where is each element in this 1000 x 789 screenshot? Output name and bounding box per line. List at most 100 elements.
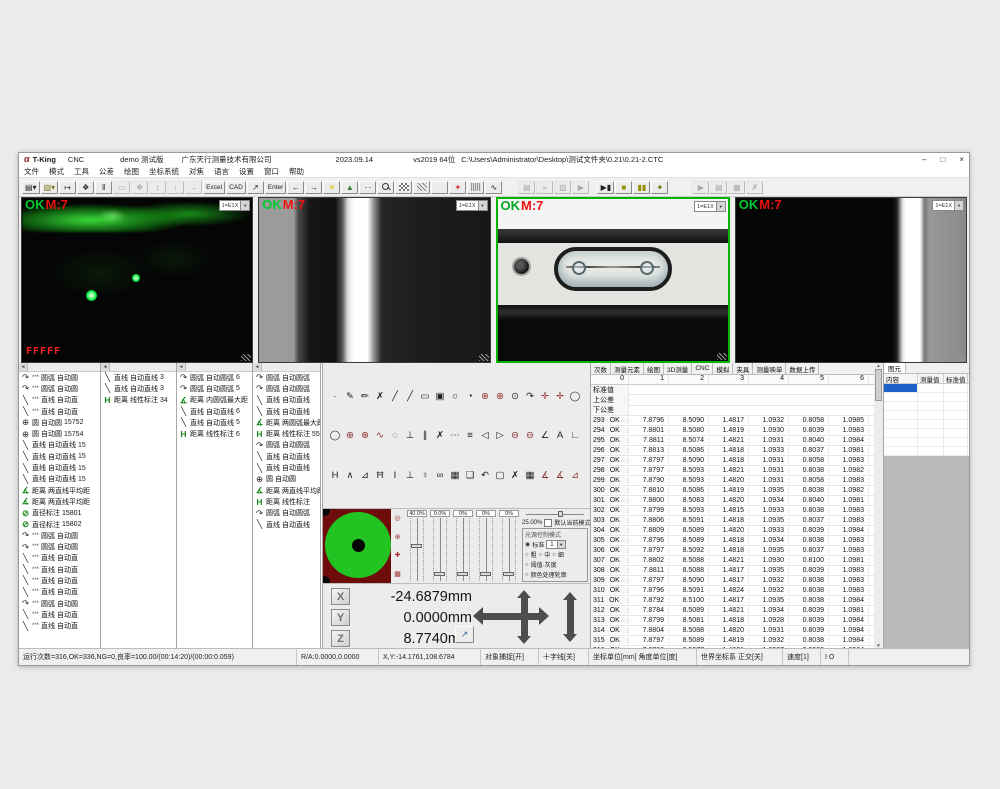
geometry-tool-icon[interactable]: ⊕ [358,429,372,442]
geometry-tool-icon[interactable]: ✎ [343,390,357,403]
caliper-tool-button[interactable]: ‖ [95,181,112,194]
star-button[interactable]: ✶ [449,181,466,194]
measure-item[interactable]: ╲直线自动直线5 [177,417,252,428]
measure-item[interactable]: ∡距离两直线平均距 [19,496,100,507]
table-vertical-scrollbar[interactable]: ▲ ▼ [874,363,884,648]
table-row[interactable]: 301OK7.88008.50831.48201.09340.80401.098… [591,496,874,506]
slider-track[interactable] [456,518,470,581]
table-row[interactable]: 293OK7.87968.50901.48171.09320.80581.098… [591,416,874,426]
table-row[interactable]: 294OK7.88018.50801.48191.09300.80391.098… [591,426,874,436]
measure-item[interactable]: ╲***直线自动直 [19,406,100,417]
print-button[interactable]: ▦ [728,181,745,194]
tab-1[interactable]: 测量元素 [611,363,644,374]
element-cell[interactable] [884,402,918,410]
geometry-tool-icon[interactable]: ♀ [418,469,432,482]
jog-left-arrow[interactable] [473,607,483,625]
menu-item-1[interactable]: 模式 [44,166,69,177]
menu-item-10[interactable]: 帮助 [284,166,309,177]
default-mode-checkbox[interactable] [544,519,552,527]
camera2-lens-combo[interactable]: 1=E1X▼ [456,200,488,211]
element-cell[interactable] [884,420,918,428]
geometry-tool-icon[interactable]: ○ [448,390,462,403]
element-cell[interactable] [918,447,944,455]
geometry-tool-icon[interactable]: ◔ [463,390,477,403]
list-mini-scrollbar[interactable]: ◄ [101,363,176,372]
chevron-down-icon[interactable]: ▼ [478,201,487,210]
measure-item[interactable]: ╲直线自动直线15 [19,440,100,451]
geometry-tool-icon[interactable]: ❏ [463,469,477,482]
element-cell[interactable] [918,438,944,446]
camera3-lens-combo[interactable]: 1=E1X▼ [694,201,726,212]
tab-6[interactable]: 夹具 [733,363,753,374]
table-row[interactable]: 296OK7.88138.50861.48181.09330.80371.098… [591,446,874,456]
geometry-tool-icon[interactable]: ↶ [478,469,492,482]
save-2-button[interactable]: ▤ [518,181,535,194]
slider-thumb[interactable] [457,572,468,576]
radio-icon[interactable]: ○ [525,552,529,558]
measure-item[interactable]: ╲直线自动直线 [253,519,320,530]
measure-item[interactable]: ╲直线自动直线3 [101,372,176,383]
geometry-tool-icon[interactable]: ⊖ [508,429,522,442]
tab-8[interactable]: 数据上传 [786,363,819,374]
jog-up-arrow[interactable] [517,590,531,598]
element-cell[interactable] [918,402,944,410]
element-cell[interactable] [884,447,918,455]
geometry-tool-icon[interactable]: ⊕ [478,390,492,403]
menu-item-8[interactable]: 设置 [234,166,259,177]
profile-curve-button[interactable]: ∿ [485,181,502,194]
measure-item[interactable]: ↷***圆弧自动圆 [19,383,100,394]
camera-view-3-selected[interactable]: OKM:7 1=E1X▼ [496,197,730,363]
measure-item[interactable]: ╲直线自动直线6 [177,406,252,417]
geometry-tool-icon[interactable]: ⊥ [403,469,417,482]
scroll-left-icon[interactable]: ◄ [253,363,262,371]
table-row[interactable]: 311OK7.87928.51001.48171.09350.80381.098… [591,596,874,606]
element-row[interactable] [884,384,969,393]
element-row[interactable] [884,447,969,456]
measure-item[interactable]: ╲直线自动直线3 [101,383,176,394]
geometry-tool-icon[interactable]: ✗ [508,469,522,482]
table-row[interactable]: 303OK7.88068.50911.48181.09350.80371.098… [591,516,874,526]
geometry-tool-icon[interactable]: ▭ [418,390,432,403]
slider-thumb[interactable] [480,572,491,576]
geometry-tool-icon[interactable]: ◌ [388,429,402,442]
radio-icon[interactable]: ○ [539,552,543,558]
diagonal-move-button[interactable]: ↗ [455,626,474,643]
close-button[interactable]: × [959,155,964,164]
ring-selector-icon[interactable]: ✚ [395,551,401,559]
table-row[interactable]: 298OK7.87978.50931.48211.09310.80381.098… [591,466,874,476]
geometry-tool-icon[interactable]: ∞ [433,469,447,482]
image-view-button[interactable]: ▲ [341,181,358,194]
enter-button[interactable]: Enter [265,181,287,194]
element-row[interactable] [884,438,969,447]
measure-item[interactable]: ╲***直线自动直 [19,575,100,586]
table-row[interactable]: 312OK7.87848.50891.48211.09340.80391.098… [591,606,874,616]
table-row[interactable]: 309OK7.87978.50901.48171.09320.80381.098… [591,576,874,586]
element-cell[interactable] [884,411,918,419]
geometry-tool-icon[interactable]: ∡ [538,469,552,482]
element-cell[interactable] [884,438,918,446]
camera-view-4[interactable]: OKM:7 1=E1X▼ [735,197,967,363]
tab-5[interactable]: 模拟 [713,363,733,374]
cut-button[interactable]: ✗ [746,181,763,194]
measure-item[interactable]: ∡距离两直线平均距 [19,485,100,496]
ring-selector-icon[interactable]: ▦ [394,570,401,578]
chevron-down-icon[interactable]: ▼ [240,201,249,210]
tab-element[interactable]: 图元 [884,363,906,373]
line-arrow-tool-button[interactable]: ↦ [59,181,76,194]
geometry-tool-icon[interactable]: · [328,390,342,403]
camera-view-1[interactable]: OKM:7 1=E1X▼ FFFFF [21,197,253,363]
menu-item-2[interactable]: 工具 [69,166,94,177]
scrollbar-thumb[interactable] [875,369,882,401]
table-row[interactable]: 304OK7.88098.50891.48201.09330.80391.098… [591,526,874,536]
table-row[interactable]: 299OK7.87908.50931.48201.09310.80581.098… [591,476,874,486]
jog-z-down-arrow[interactable] [563,634,577,642]
menu-item-9[interactable]: 窗口 [259,166,284,177]
geometry-tool-icon[interactable]: ▢ [493,469,507,482]
geometry-tool-icon[interactable]: ◯ [328,429,342,442]
open-folder-button[interactable]: ▨▾ [41,181,59,194]
geometry-tool-icon[interactable]: ⊕ [493,390,507,403]
list-mini-scrollbar[interactable]: ◄ [177,363,252,372]
measure-item[interactable]: ╲直线自动直线15 [19,474,100,485]
measure-item[interactable]: ╲***直线自动直 [19,587,100,598]
geometry-tool-icon[interactable]: ◁ [478,429,492,442]
